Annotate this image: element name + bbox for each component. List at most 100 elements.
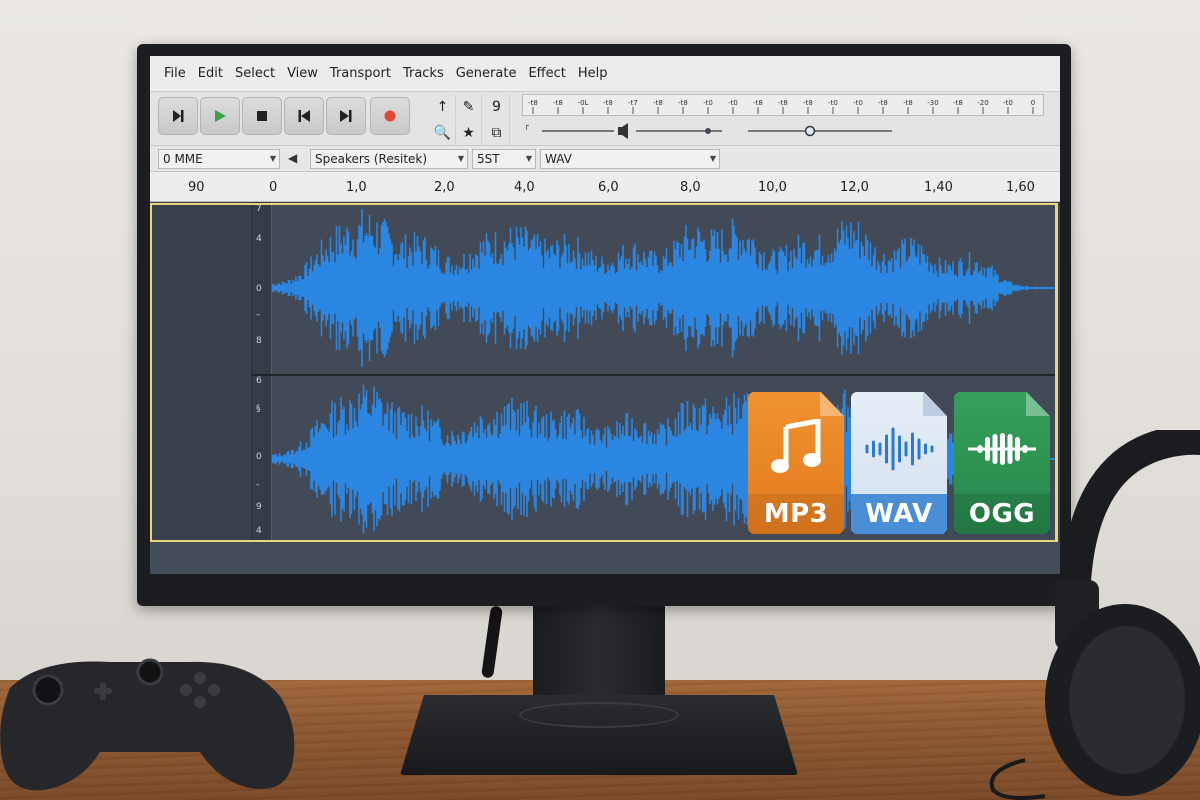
- ruler-label: 6,0: [598, 180, 619, 195]
- meter-tick-label: -t0: [1003, 99, 1013, 107]
- menu-transport[interactable]: Transport: [324, 66, 397, 81]
- meter-tick-label: -t0: [703, 99, 713, 107]
- audio-host-select[interactable]: 0 MME ▼: [158, 149, 280, 169]
- menu-view[interactable]: View: [281, 66, 324, 81]
- meter-tick-label: -t8: [603, 99, 613, 107]
- ruler-label: 10,0: [758, 180, 787, 195]
- output-device-value: Speakers (Resitek): [315, 152, 428, 166]
- menu-tracks[interactable]: Tracks: [397, 66, 450, 81]
- meter-tick-label: -t8: [653, 99, 663, 107]
- star-icon: ★: [462, 125, 475, 141]
- menu-generate[interactable]: Generate: [450, 66, 523, 81]
- menu-select[interactable]: Select: [229, 66, 281, 81]
- selection-tool[interactable]: ↑: [430, 95, 456, 119]
- monitor-stand-ring: [519, 702, 679, 728]
- tracks-panel: 7 4 0 – 8 6 § 0 - 9 4 MP3 WAV OGG: [150, 202, 1060, 574]
- meter-tick-label: 0: [1031, 99, 1035, 107]
- audio-editor-window: File Edit Select View Transport Tracks G…: [150, 56, 1060, 574]
- meter-tick-label: -t7: [628, 99, 638, 107]
- speaker-icon: ◀: [288, 151, 298, 165]
- menu-bar: File Edit Select View Transport Tracks G…: [150, 56, 1060, 92]
- wav-file-icon: WAV: [851, 392, 947, 534]
- monitor-stand-neck: [533, 604, 665, 699]
- ruler-label: 1,40: [924, 180, 953, 195]
- timeline-ruler[interactable]: 90 0 1,0 2,0 4,0 6,0 8,0 10,0 12,0 1,40 …: [150, 172, 1060, 202]
- game-controller: [0, 658, 295, 791]
- sample-rate-select[interactable]: 5ST ▼: [472, 149, 536, 169]
- skip-icon: [173, 110, 184, 122]
- stop-icon: [257, 111, 267, 121]
- playback-speed-slider[interactable]: [742, 120, 898, 142]
- copy-icon: ⧉: [491, 125, 502, 141]
- ruler-label: 1,60: [1006, 180, 1035, 195]
- wav-label: WAV: [851, 494, 947, 534]
- play-icon: [215, 110, 226, 122]
- meter-tick-label: -t0: [853, 99, 863, 107]
- ruler-label: 8,0: [680, 180, 701, 195]
- toolbar: ↑ ✎ 9 🔍 ★ ⧉ -t8 -t8 -0L -t8 -t7 -t8 -t8 -t0 -t0-…: [150, 92, 1060, 146]
- meter-tick-label: -t0: [828, 99, 838, 107]
- draw-tool[interactable]: ✎: [456, 95, 482, 119]
- menu-file[interactable]: File: [158, 66, 192, 81]
- mp3-label: MP3: [748, 494, 844, 534]
- arrow-up-icon: ↑: [436, 99, 449, 115]
- waveform-icon: [865, 427, 934, 471]
- sample-rate-value: 5ST: [477, 152, 500, 166]
- previous-icon: [298, 110, 310, 122]
- meter-tick-label: -t8: [553, 99, 563, 107]
- device-toolbar: 0 MME ▼ ◀ Speakers (Resitek) ▼ 5ST ▼ WAV…: [150, 146, 1060, 172]
- meter-tick-label: -t0: [728, 99, 738, 107]
- timeshift-tool[interactable]: ⧉: [484, 121, 510, 145]
- pencil-icon: ✎: [462, 99, 475, 115]
- previous-button[interactable]: [284, 97, 324, 135]
- output-device-select[interactable]: Speakers (Resitek) ▼: [310, 149, 468, 169]
- multi-tool[interactable]: 9: [484, 95, 510, 119]
- chevron-down-icon: ▼: [525, 154, 532, 163]
- meter-tick-label: -t8: [878, 99, 888, 107]
- format-select[interactable]: WAV ▼: [540, 149, 720, 169]
- menu-edit[interactable]: Edit: [192, 66, 229, 81]
- record-button[interactable]: [370, 97, 410, 135]
- meter-tick-label: -t8: [803, 99, 813, 107]
- skip-to-start-button[interactable]: [158, 97, 198, 135]
- ruler-label: 2,0: [434, 180, 455, 195]
- speed-slider-graphic: [748, 125, 892, 137]
- zoom-tool[interactable]: 🔍: [430, 121, 456, 145]
- meter-tick-label: -t8: [678, 99, 688, 107]
- svg-text:┌: ┌: [524, 121, 529, 131]
- stop-button[interactable]: [242, 97, 282, 135]
- meter-tick-label: -0L: [578, 99, 589, 107]
- ruler-label: 4,0: [514, 180, 535, 195]
- meter-tick-label: -t8: [953, 99, 963, 107]
- ruler-label: 12,0: [840, 180, 869, 195]
- meter-tick-label: -30: [927, 99, 938, 107]
- meter-scale: -t8 -t8 -0L -t8 -t7 -t8 -t8 -t0 -t0 -t8 -t8 -t8 -t0 -…: [528, 99, 1035, 114]
- input-volume-slider[interactable]: ┌: [522, 120, 732, 142]
- chevron-down-icon: ▼: [457, 154, 464, 163]
- meter-tick-label: -t8: [778, 99, 788, 107]
- chevron-down-icon: ▼: [709, 154, 716, 163]
- mp3-file-icon: MP3: [748, 392, 844, 534]
- horizontal-scroll-area[interactable]: [150, 542, 1060, 574]
- next-button[interactable]: [326, 97, 366, 135]
- level-meter[interactable]: -t8 -t8 -0L -t8 -t7 -t8 -t8 -t0 -t0 -t8 -t8 -t8 -t0 -…: [522, 94, 1044, 116]
- menu-effect[interactable]: Effect: [522, 66, 571, 81]
- play-button[interactable]: [200, 97, 240, 135]
- audio-host-value: 0 MME: [163, 152, 203, 166]
- ruler-label: 0: [269, 180, 278, 195]
- nine-icon: 9: [492, 99, 501, 115]
- ruler-label: 1,0: [346, 180, 367, 195]
- next-icon: [340, 110, 352, 122]
- chevron-down-icon: ▼: [269, 154, 276, 163]
- magnifier-icon: 🔍: [433, 125, 452, 141]
- ruler-label: 90: [188, 180, 205, 195]
- meter-tick-label: -t8: [903, 99, 913, 107]
- star-tool[interactable]: ★: [456, 121, 482, 145]
- menu-help[interactable]: Help: [572, 66, 614, 81]
- music-note-icon: [771, 419, 821, 473]
- volume-slider-graphic: ┌: [524, 121, 722, 139]
- speaker-icon: [618, 123, 628, 139]
- meter-tick-label: -t8: [753, 99, 763, 107]
- meter-tick-label: -t8: [528, 99, 538, 107]
- record-icon: [384, 110, 396, 122]
